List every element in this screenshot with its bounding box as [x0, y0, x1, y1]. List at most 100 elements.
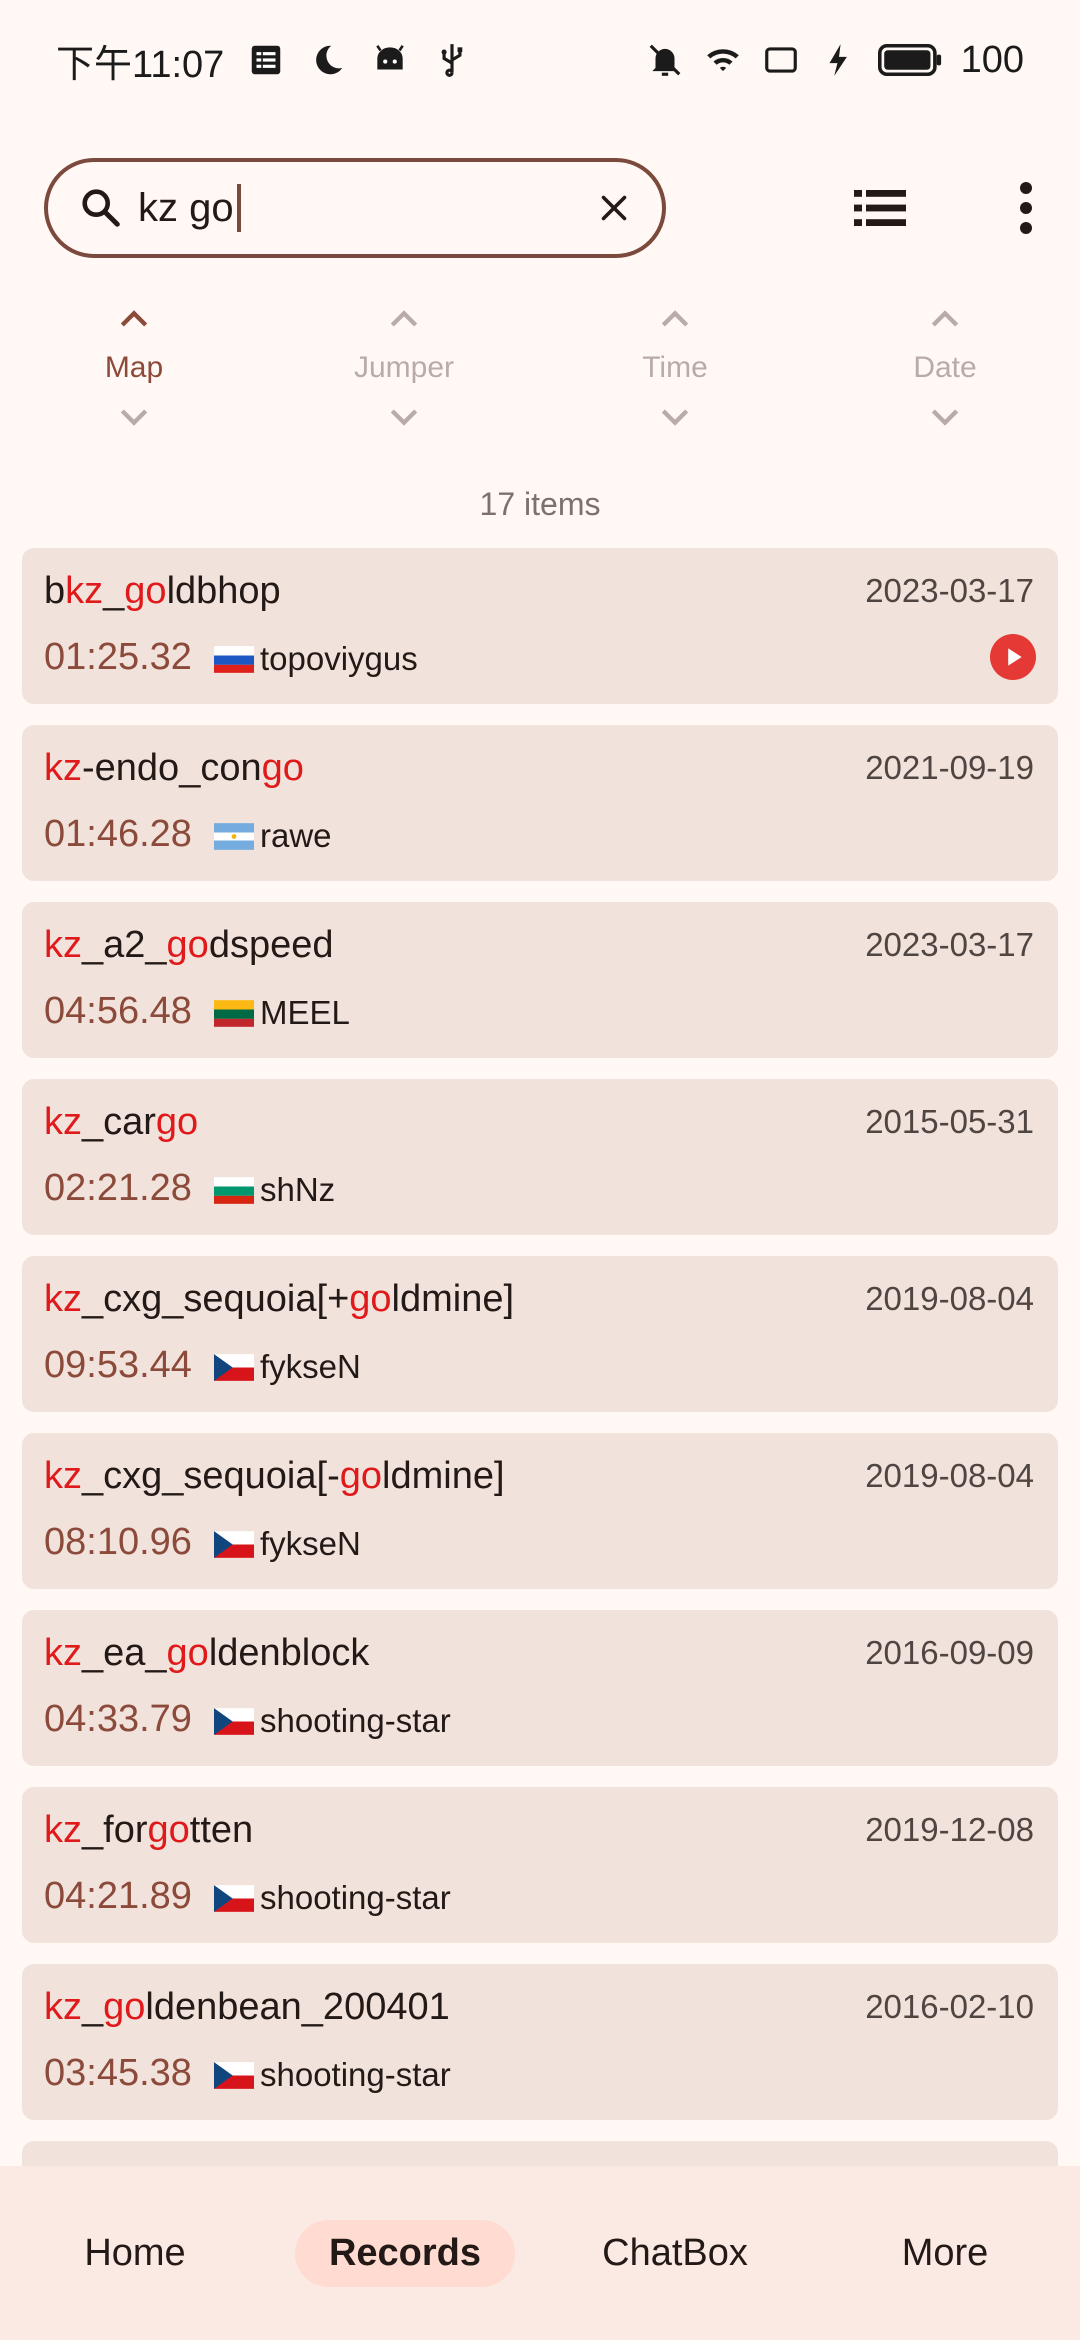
record-time: 01:25.32 [44, 636, 192, 678]
notes-icon [246, 40, 286, 80]
nav-more[interactable]: More [810, 2220, 1080, 2287]
record-row[interactable]: kz_forgotten 2019-12-08 04:21.89 shooting-s… [22, 1787, 1058, 1943]
flag-bg-icon [214, 1176, 254, 1204]
search-input[interactable]: kz go [138, 184, 590, 232]
record-date: 2015-05-31 [865, 1103, 1034, 1140]
cast-icon [761, 40, 801, 80]
sort-column-date[interactable]: Date [845, 300, 1045, 460]
record-date: 2023-03-17 [865, 926, 1034, 963]
record-player: topoviygus [214, 640, 418, 678]
map-name-match: go [124, 570, 167, 612]
search-icon [82, 189, 120, 227]
player-name: shNz [260, 1171, 336, 1208]
sort-ascending-icon[interactable] [384, 300, 424, 340]
record-row[interactable]: kz_ea_goldenblock 2016-09-09 04:33.79 shoot… [22, 1610, 1058, 1766]
map-name-text: b [44, 570, 66, 612]
map-name-match: go [166, 1632, 209, 1674]
record-map-name: kz_cxg_sequoia[-goldmine] [44, 1455, 505, 1498]
search-row: kz go [44, 158, 1044, 258]
sort-label-date: Date [913, 351, 977, 384]
map-name-match: kz [65, 570, 104, 612]
record-player: shooting-star [214, 2056, 451, 2094]
record-time: 09:53.44 [44, 1344, 192, 1386]
moon-icon [308, 40, 348, 80]
record-date: 2019-12-08 [865, 1811, 1034, 1848]
sort-ascending-icon[interactable] [655, 300, 695, 340]
map-name-match: go [339, 1455, 383, 1497]
map-name-text: _ [103, 570, 125, 612]
flag-ar-icon [214, 822, 254, 850]
record-row[interactable]: kz_a2_godspeed 2023-03-17 04:56.48 MEEL [22, 902, 1058, 1058]
map-name-text: ldmine] [382, 1455, 505, 1497]
sort-descending-icon[interactable] [384, 396, 424, 436]
map-name-match: kz [44, 1809, 82, 1851]
record-row[interactable]: kz_cxg_sequoia[-goldmine] 2019-08-04 08:10… [22, 1433, 1058, 1589]
nav-chatbox[interactable]: ChatBox [540, 2220, 810, 2287]
record-player: fykseN [214, 1525, 361, 1563]
map-name-match: kz [44, 1101, 82, 1143]
record-map-name: kz_cxg_sequoia[+goldmine] [44, 1278, 514, 1321]
mute-icon [645, 40, 685, 80]
player-name: shooting-star [260, 2056, 451, 2093]
map-name-match: kz [44, 747, 82, 789]
record-date: 2021-09-19 [865, 749, 1034, 786]
close-icon [601, 195, 627, 221]
record-row[interactable]: kz_goldenbean_200401 2016-02-10 03:45.38 sh… [22, 1964, 1058, 2120]
record-row[interactable]: kz_cargo 2015-05-31 02:21.28 shNz [22, 1079, 1058, 1235]
map-name-match: go [155, 1101, 199, 1143]
play-video-icon[interactable] [990, 634, 1036, 680]
clear-search-button[interactable] [590, 184, 638, 232]
map-name-text: _car [82, 1101, 156, 1143]
status-bar: 下午11:07 100 [0, 0, 1080, 120]
record-map-name: kz_a2_godspeed [44, 924, 334, 967]
flag-cz-icon [214, 1884, 254, 1912]
sort-descending-icon[interactable] [655, 396, 695, 436]
sort-column-map[interactable]: Map [34, 300, 234, 460]
map-name-text: ldenbean_200401 [145, 1986, 450, 2028]
battery-level: 100 [960, 38, 1024, 81]
sort-descending-icon[interactable] [114, 396, 154, 436]
sort-descending-icon[interactable] [925, 396, 965, 436]
usb-icon [432, 40, 472, 80]
sort-ascending-icon[interactable] [925, 300, 965, 340]
sort-column-time[interactable]: Time [575, 300, 775, 460]
wifi-icon [703, 40, 743, 80]
map-name-text: _cxg_sequoia[- [82, 1455, 340, 1497]
sort-label-time: Time [642, 351, 708, 384]
record-date: 2019-08-04 [865, 1280, 1034, 1317]
record-time: 04:33.79 [44, 1698, 192, 1740]
record-row[interactable]: kz-endo_congo 2021-09-19 01:46.28 rawe [22, 725, 1058, 881]
player-name: topoviygus [260, 640, 418, 677]
record-row[interactable]: kz_cxg_sequoia[+goldmine] 2019-08-04 09:53… [22, 1256, 1058, 1412]
list-view-icon [854, 190, 906, 226]
sort-header: Map Jumper Time Date [0, 300, 1080, 460]
map-name-text: _cxg_sequoia[+ [82, 1278, 350, 1320]
map-name-match: kz [44, 1986, 82, 2028]
record-time: 04:56.48 [44, 990, 192, 1032]
record-map-name: kz-endo_congo [44, 747, 304, 790]
record-map-name: kz_ea_goldenblock [44, 1632, 369, 1675]
more-vert-icon [1020, 182, 1032, 234]
nav-home[interactable]: Home [0, 2220, 270, 2287]
record-date: 2023-03-17 [865, 572, 1034, 609]
record-map-name: kz_forgotten [44, 1809, 253, 1852]
sort-ascending-icon[interactable] [114, 300, 154, 340]
record-time: 02:21.28 [44, 1167, 192, 1209]
player-name: fykseN [260, 1525, 361, 1562]
sort-column-jumper[interactable]: Jumper [304, 300, 504, 460]
flag-cz-icon [214, 2061, 254, 2089]
record-time: 08:10.96 [44, 1521, 192, 1563]
record-row[interactable]: bkz_goldbhop 2023-03-17 01:25.32 topoviygus [22, 548, 1058, 704]
records-list: bkz_goldbhop 2023-03-17 01:25.32 topoviygus… [22, 548, 1058, 2202]
flag-cz-icon [214, 1530, 254, 1558]
bottom-navigation: Home Records ChatBox More [0, 2166, 1080, 2340]
flag-ru-icon [214, 645, 254, 673]
map-name-match: kz [44, 1278, 82, 1320]
more-options-button[interactable] [1006, 178, 1046, 238]
nav-more-label: More [901, 2231, 989, 2274]
text-caret [236, 184, 241, 232]
search-field[interactable]: kz go [44, 158, 666, 258]
flag-cz-icon [214, 1707, 254, 1735]
nav-records[interactable]: Records [270, 2219, 540, 2287]
list-view-button[interactable] [850, 180, 910, 236]
